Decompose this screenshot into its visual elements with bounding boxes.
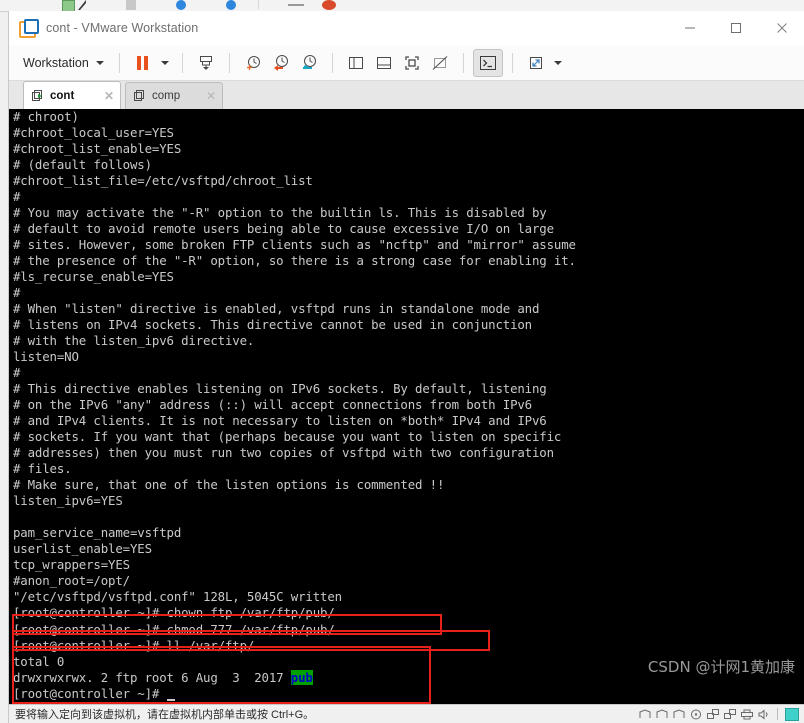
toolbar-divider bbox=[331, 52, 333, 73]
tab-close-icon[interactable]: ✕ bbox=[96, 89, 114, 103]
workstation-menu-button[interactable]: Workstation bbox=[19, 53, 110, 73]
vm-tab-bar: cont ✕ comp ✕ bbox=[9, 81, 804, 110]
toolbar-divider bbox=[462, 52, 464, 73]
hard-disk-2-icon[interactable] bbox=[656, 709, 668, 720]
bg-table-icon bbox=[126, 0, 136, 10]
fit-guest-icon bbox=[405, 55, 419, 70]
bg-record-icon bbox=[322, 0, 336, 10]
close-button[interactable] bbox=[759, 11, 804, 45]
fullscreen-button[interactable] bbox=[522, 50, 550, 76]
tab-label: cont bbox=[50, 89, 75, 102]
chevron-down-icon bbox=[95, 60, 104, 65]
tab-close-icon[interactable]: ✕ bbox=[198, 89, 216, 103]
status-hint: 要将输入定向到该虚拟机，请在虚拟机内部单击或按 Ctrl+G。 bbox=[15, 709, 315, 721]
toolbar-divider bbox=[228, 52, 230, 73]
vm-console[interactable]: # chroot) #chroot_local_user=YES #chroot… bbox=[9, 109, 804, 705]
network-adapter-2-icon[interactable] bbox=[724, 708, 736, 720]
clock-revert-icon bbox=[273, 54, 288, 71]
window-title: cont - VMware Workstation bbox=[46, 21, 199, 35]
maximize-button[interactable] bbox=[713, 11, 759, 45]
bg-line-icon bbox=[288, 0, 304, 10]
clock-plus-icon bbox=[246, 55, 260, 70]
hard-disk-icon[interactable] bbox=[639, 709, 651, 720]
fullscreen-icon bbox=[529, 56, 542, 69]
bg-pen-icon bbox=[78, 0, 86, 10]
minimize-button[interactable] bbox=[667, 11, 713, 45]
vmware-main-window: cont - VMware Workstation Workstation co… bbox=[8, 11, 804, 723]
printer-icon[interactable] bbox=[741, 709, 753, 720]
take-snapshot-button[interactable] bbox=[192, 50, 220, 76]
fit-guest-disabled-icon bbox=[432, 55, 448, 70]
main-toolbar: Workstation bbox=[9, 45, 804, 81]
tab-comp[interactable]: comp ✕ bbox=[125, 82, 223, 109]
sound-card-icon[interactable] bbox=[758, 708, 770, 720]
network-adapter-icon[interactable] bbox=[707, 708, 719, 720]
manage-snapshots-button[interactable] bbox=[295, 50, 323, 76]
vm-stopped-icon bbox=[134, 90, 147, 102]
vmware-workstation-window: cont - VMware Workstation Workstation co… bbox=[0, 0, 804, 723]
fullscreen-dropdown-button[interactable] bbox=[550, 50, 566, 76]
vm-running-icon bbox=[32, 89, 45, 102]
show-console-view-button[interactable] bbox=[370, 50, 398, 76]
status-bar: 要将输入定向到该虚拟机，请在虚拟机内部单击或按 Ctrl+G。 bbox=[9, 704, 804, 723]
tab-cont[interactable]: cont ✕ bbox=[23, 81, 121, 109]
terminal-output: # chroot) #chroot_local_user=YES #chroot… bbox=[13, 109, 576, 701]
vmware-logo-icon bbox=[19, 19, 39, 38]
bg-doc-icon bbox=[62, 0, 75, 11]
hard-disk-3-icon[interactable] bbox=[673, 709, 685, 720]
take-snapshot-icon bbox=[199, 55, 212, 70]
clock-settings-icon bbox=[302, 54, 316, 69]
chevron-down-icon bbox=[160, 60, 169, 65]
highlight-box-listing bbox=[12, 646, 431, 704]
toolbar-divider bbox=[181, 52, 183, 73]
show-thumbnails-button[interactable] bbox=[398, 50, 426, 76]
workstation-menu-label: Workstation bbox=[23, 55, 89, 70]
pause-icon bbox=[137, 55, 149, 70]
chevron-down-icon bbox=[553, 60, 562, 65]
pause-dropdown-button[interactable] bbox=[157, 50, 173, 76]
split-horizontal-icon bbox=[376, 56, 391, 69]
status-device-icons bbox=[639, 707, 804, 721]
revert-snapshot-button[interactable] bbox=[267, 50, 295, 76]
window-controls bbox=[667, 11, 804, 45]
status-divider bbox=[777, 708, 778, 720]
tab-label: comp bbox=[152, 90, 181, 102]
toolbar-divider bbox=[511, 52, 513, 73]
title-bar: cont - VMware Workstation bbox=[9, 11, 804, 45]
send-ctrl-alt-del-button[interactable] bbox=[472, 48, 503, 77]
console-prompt-icon bbox=[479, 55, 496, 70]
hide-thumbnails-button[interactable] bbox=[426, 50, 454, 76]
vm-active-indicator[interactable] bbox=[785, 707, 799, 721]
show-library-button[interactable] bbox=[342, 50, 370, 76]
cd-dvd-icon[interactable] bbox=[690, 709, 702, 720]
split-vertical-icon bbox=[348, 56, 363, 69]
pause-vm-button[interactable] bbox=[129, 50, 157, 76]
csdn-watermark: CSDN @计网1黄加康 bbox=[647, 658, 795, 676]
snapshot-manager-button[interactable] bbox=[239, 50, 267, 76]
bg-globe-icon bbox=[176, 0, 186, 10]
toolbar-divider bbox=[118, 52, 120, 73]
bg-globe-2-icon bbox=[226, 0, 236, 10]
